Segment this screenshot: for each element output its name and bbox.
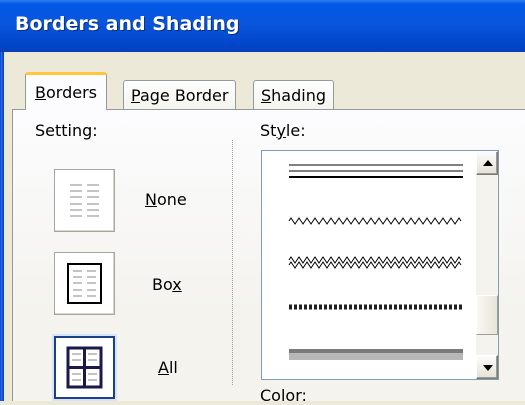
color-heading: Color: [260, 386, 307, 405]
tab-shading-label: hading [271, 86, 326, 105]
setting-all-label-post: ll [168, 358, 178, 377]
tab-borders[interactable]: Borders [25, 72, 107, 110]
scroll-thumb[interactable] [476, 295, 498, 335]
setting-all-label[interactable]: All [158, 358, 178, 377]
style-listbox[interactable] [261, 150, 499, 380]
tab-borders-label: orders [45, 83, 97, 102]
style-heading: Style: [260, 121, 306, 140]
all-preview-graphic [66, 346, 103, 389]
style-item-double-line[interactable] [289, 164, 463, 178]
setting-none-label-post: one [156, 190, 187, 209]
setting-box-label[interactable]: Box [152, 275, 182, 294]
title-bar[interactable]: Borders and Shading [0, 0, 525, 52]
style-scrollbar[interactable] [476, 151, 498, 379]
style-item-gray-3d-line[interactable] [289, 349, 463, 360]
scroll-down-button[interactable] [476, 355, 498, 379]
setting-all-preview[interactable] [54, 336, 115, 399]
tab-shading-mnemonic: S [261, 86, 272, 105]
style-heading-pre: St [260, 121, 277, 140]
box-preview-graphic [67, 263, 102, 304]
arrow-up-icon [483, 160, 493, 166]
style-item-wavy-line[interactable] [288, 217, 462, 225]
scroll-up-button[interactable] [476, 151, 498, 175]
setting-none-mnemonic: N [145, 190, 157, 209]
setting-box-preview[interactable] [54, 252, 115, 315]
style-heading-mnemonic: y [276, 121, 286, 140]
arrow-down-icon [483, 365, 493, 371]
style-item-double-wavy-line[interactable] [288, 256, 462, 269]
tab-borders-mnemonic: B [35, 83, 46, 102]
tab-page-border-label: age Border [139, 86, 229, 105]
style-heading-post: le: [285, 121, 306, 140]
section-divider [232, 140, 233, 385]
setting-box-mnemonic: x [172, 275, 182, 294]
setting-none-label[interactable]: None [145, 190, 187, 209]
setting-heading: Setting: [35, 121, 98, 140]
window-title: Borders and Shading [15, 13, 240, 35]
tab-shading[interactable]: Shading [253, 80, 334, 110]
tab-page-border-mnemonic: P [131, 86, 140, 105]
style-list-graphic [288, 164, 463, 360]
none-preview-graphic [70, 184, 99, 217]
tab-page-border[interactable]: Page Border [123, 80, 237, 110]
setting-box-label-pre: Bo [152, 275, 173, 294]
setting-all-mnemonic: A [158, 358, 169, 377]
setting-none-preview[interactable] [54, 169, 115, 232]
